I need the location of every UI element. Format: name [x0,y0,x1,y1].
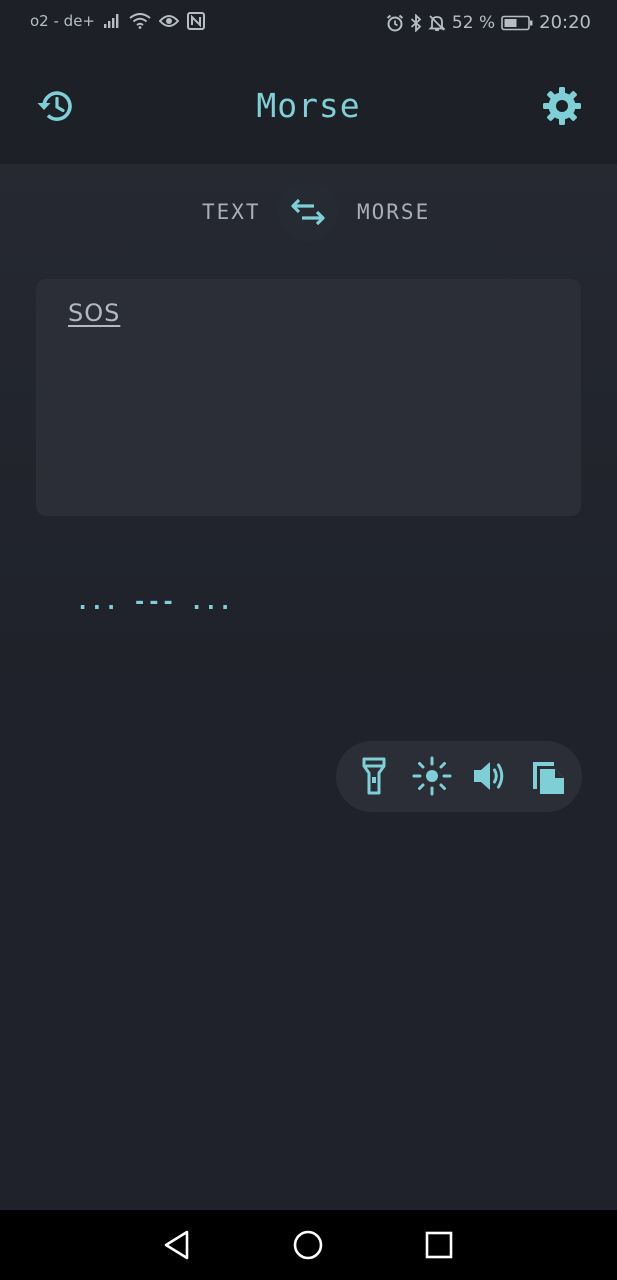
morse-output: ... --- ... [76,590,233,615]
eye-icon [159,14,179,28]
input-value: SOS [68,299,121,327]
flashlight-icon [362,757,386,795]
gear-icon [543,87,581,125]
flashlight-button[interactable] [354,756,394,796]
flash-screen-button[interactable] [412,756,452,796]
volume-icon [474,762,504,790]
settings-button[interactable] [538,82,586,130]
navigation-bar [0,1210,617,1280]
home-circle-icon [293,1230,323,1260]
sound-button[interactable] [470,756,510,796]
recents-square-icon [425,1231,453,1259]
swap-direction-button[interactable] [278,182,338,242]
status-bar: o2 - de+ 52 % 20:20 [0,0,617,46]
app-bar: Morse [0,46,617,164]
alarm-icon [386,14,404,32]
copy-icon [533,762,564,794]
carrier-label: o2 - de+ [30,12,95,30]
signal-icon [103,13,121,29]
nfc-icon [187,12,205,30]
nav-back-button[interactable] [160,1227,196,1263]
morse-app-screen: o2 - de+ 52 % 20:20 Morse TEXT MORSE SOS… [0,0,617,1280]
direction-switcher: TEXT MORSE [0,180,617,244]
brightness-icon [412,756,452,796]
back-triangle-icon [164,1230,189,1260]
status-left: o2 - de+ [30,12,205,30]
swap-arrows-icon [291,198,325,226]
source-language-label: TEXT [202,200,261,224]
output-actions-bar [336,741,582,812]
notifications-off-icon [428,14,446,32]
nav-recents-button[interactable] [421,1227,457,1263]
status-right: 52 % 20:20 [386,12,591,33]
battery-icon [501,15,533,31]
copy-button[interactable] [528,756,568,796]
wifi-icon [129,13,151,29]
battery-percent: 52 % [451,12,496,33]
bluetooth-icon [410,13,422,32]
target-language-label: MORSE [357,200,431,224]
clock: 20:20 [539,12,591,33]
app-title: Morse [256,86,361,125]
nav-home-button[interactable] [290,1227,326,1263]
text-input-field[interactable]: SOS [36,279,581,516]
